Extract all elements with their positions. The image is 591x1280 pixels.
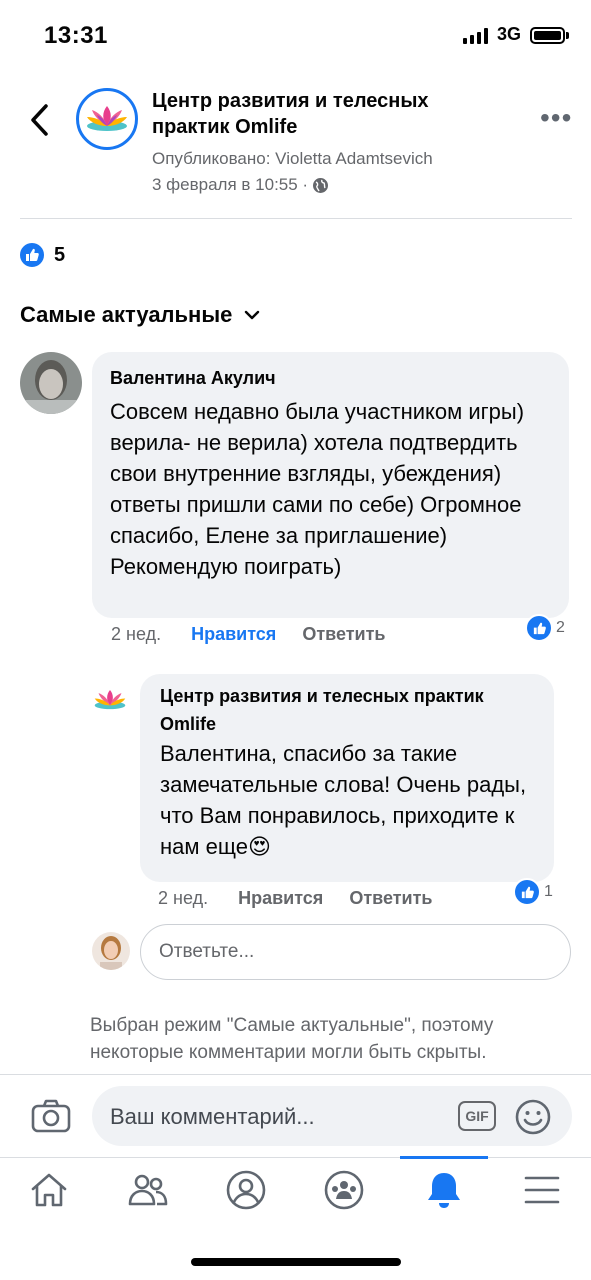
gif-button[interactable]: GIF: [458, 1101, 496, 1131]
sort-dropdown[interactable]: Самые актуальные: [20, 302, 260, 328]
sort-label: Самые актуальные: [20, 302, 233, 327]
bell-icon: [428, 1173, 460, 1208]
reply-reactions[interactable]: 1: [513, 878, 553, 906]
battery-icon: [530, 27, 565, 44]
menu-icon: [524, 1176, 560, 1204]
back-icon[interactable]: [22, 100, 56, 140]
reply-actions: 2 нед. Нравится Ответить: [158, 888, 433, 909]
camera-icon[interactable]: [30, 1095, 72, 1137]
heart-eyes-emoji-icon: 😍: [247, 834, 271, 859]
published-by: Опубликовано: Violetta Adamtsevich: [152, 149, 433, 168]
battery-tip: [566, 32, 569, 39]
groups-icon: [324, 1170, 364, 1210]
home-indicator: [191, 1258, 401, 1266]
comment-author[interactable]: Валентина Акулич: [110, 366, 551, 390]
avatar[interactable]: [20, 352, 82, 414]
comment-age[interactable]: 2 нед.: [111, 624, 161, 645]
reply-button[interactable]: Ответить: [302, 624, 385, 645]
reaction-count: 2: [556, 619, 565, 636]
lotus-logo-icon: [87, 106, 127, 131]
reply-text-wrap: Валентина, спасибо за такие замечательны…: [160, 738, 536, 862]
divider: [0, 1157, 591, 1158]
tab-menu[interactable]: [518, 1168, 566, 1212]
page-avatar[interactable]: [76, 88, 138, 150]
comment-actions: 2 нед. Нравится Ответить: [111, 624, 386, 645]
reply-button[interactable]: Ответить: [349, 888, 432, 909]
divider: [20, 218, 572, 219]
emoji-icon[interactable]: [514, 1098, 552, 1136]
tab-profile[interactable]: [222, 1168, 270, 1212]
post-date: 3 февраля в 10:55 ·: [152, 175, 309, 194]
active-tab-indicator: [400, 1156, 488, 1159]
profile-icon: [226, 1170, 266, 1210]
post-likes[interactable]: 5: [18, 241, 65, 269]
tab-home[interactable]: [25, 1168, 73, 1212]
tab-notifications[interactable]: [420, 1168, 468, 1212]
page-title[interactable]: Центр развития и телесных практик Omlife: [152, 88, 482, 140]
signal-icon: [463, 28, 488, 44]
comment-bubble: Валентина Акулич Совсем недавно была уча…: [92, 352, 569, 618]
like-button[interactable]: Нравится: [238, 888, 323, 909]
globe-icon: [313, 177, 329, 193]
like-reaction-icon: [525, 614, 553, 642]
reply-author[interactable]: Центр развития и телесных практик Omlife: [160, 682, 536, 738]
reply-age[interactable]: 2 нед.: [158, 888, 208, 909]
tab-groups[interactable]: [320, 1168, 368, 1212]
like-button[interactable]: Нравится: [191, 624, 276, 645]
divider: [0, 1074, 591, 1075]
comment-reactions[interactable]: 2: [525, 614, 565, 642]
more-options-icon[interactable]: •••: [540, 104, 572, 132]
status-time: 13:31: [44, 22, 108, 49]
tab-friends[interactable]: [124, 1168, 172, 1212]
chevron-down-icon: [245, 310, 260, 320]
post-date-row: 3 февраля в 10:55 ·: [152, 175, 329, 195]
reply-bubble: Центр развития и телесных практик Omlife…: [140, 674, 554, 882]
like-reaction-icon: [18, 241, 46, 269]
comment-text: Совсем недавно была участником игры) вер…: [110, 399, 525, 579]
comment-input[interactable]: Ваш комментарий...: [110, 1104, 315, 1130]
lotus-logo-icon: [94, 690, 126, 710]
like-reaction-icon: [513, 878, 541, 906]
current-user-avatar: [92, 932, 130, 970]
reply-input[interactable]: Ответьте...: [140, 924, 571, 980]
sort-notice: Выбран режим "Самые актуальные", поэтому…: [90, 1015, 494, 1063]
network-type: 3G: [497, 24, 522, 44]
friends-icon: [128, 1174, 168, 1206]
page-avatar-small[interactable]: [88, 678, 132, 722]
reaction-count: 1: [544, 883, 553, 900]
reply-text: Валентина, спасибо за такие замечательны…: [160, 741, 527, 859]
home-icon: [31, 1173, 67, 1207]
likes-count: 5: [54, 243, 66, 266]
